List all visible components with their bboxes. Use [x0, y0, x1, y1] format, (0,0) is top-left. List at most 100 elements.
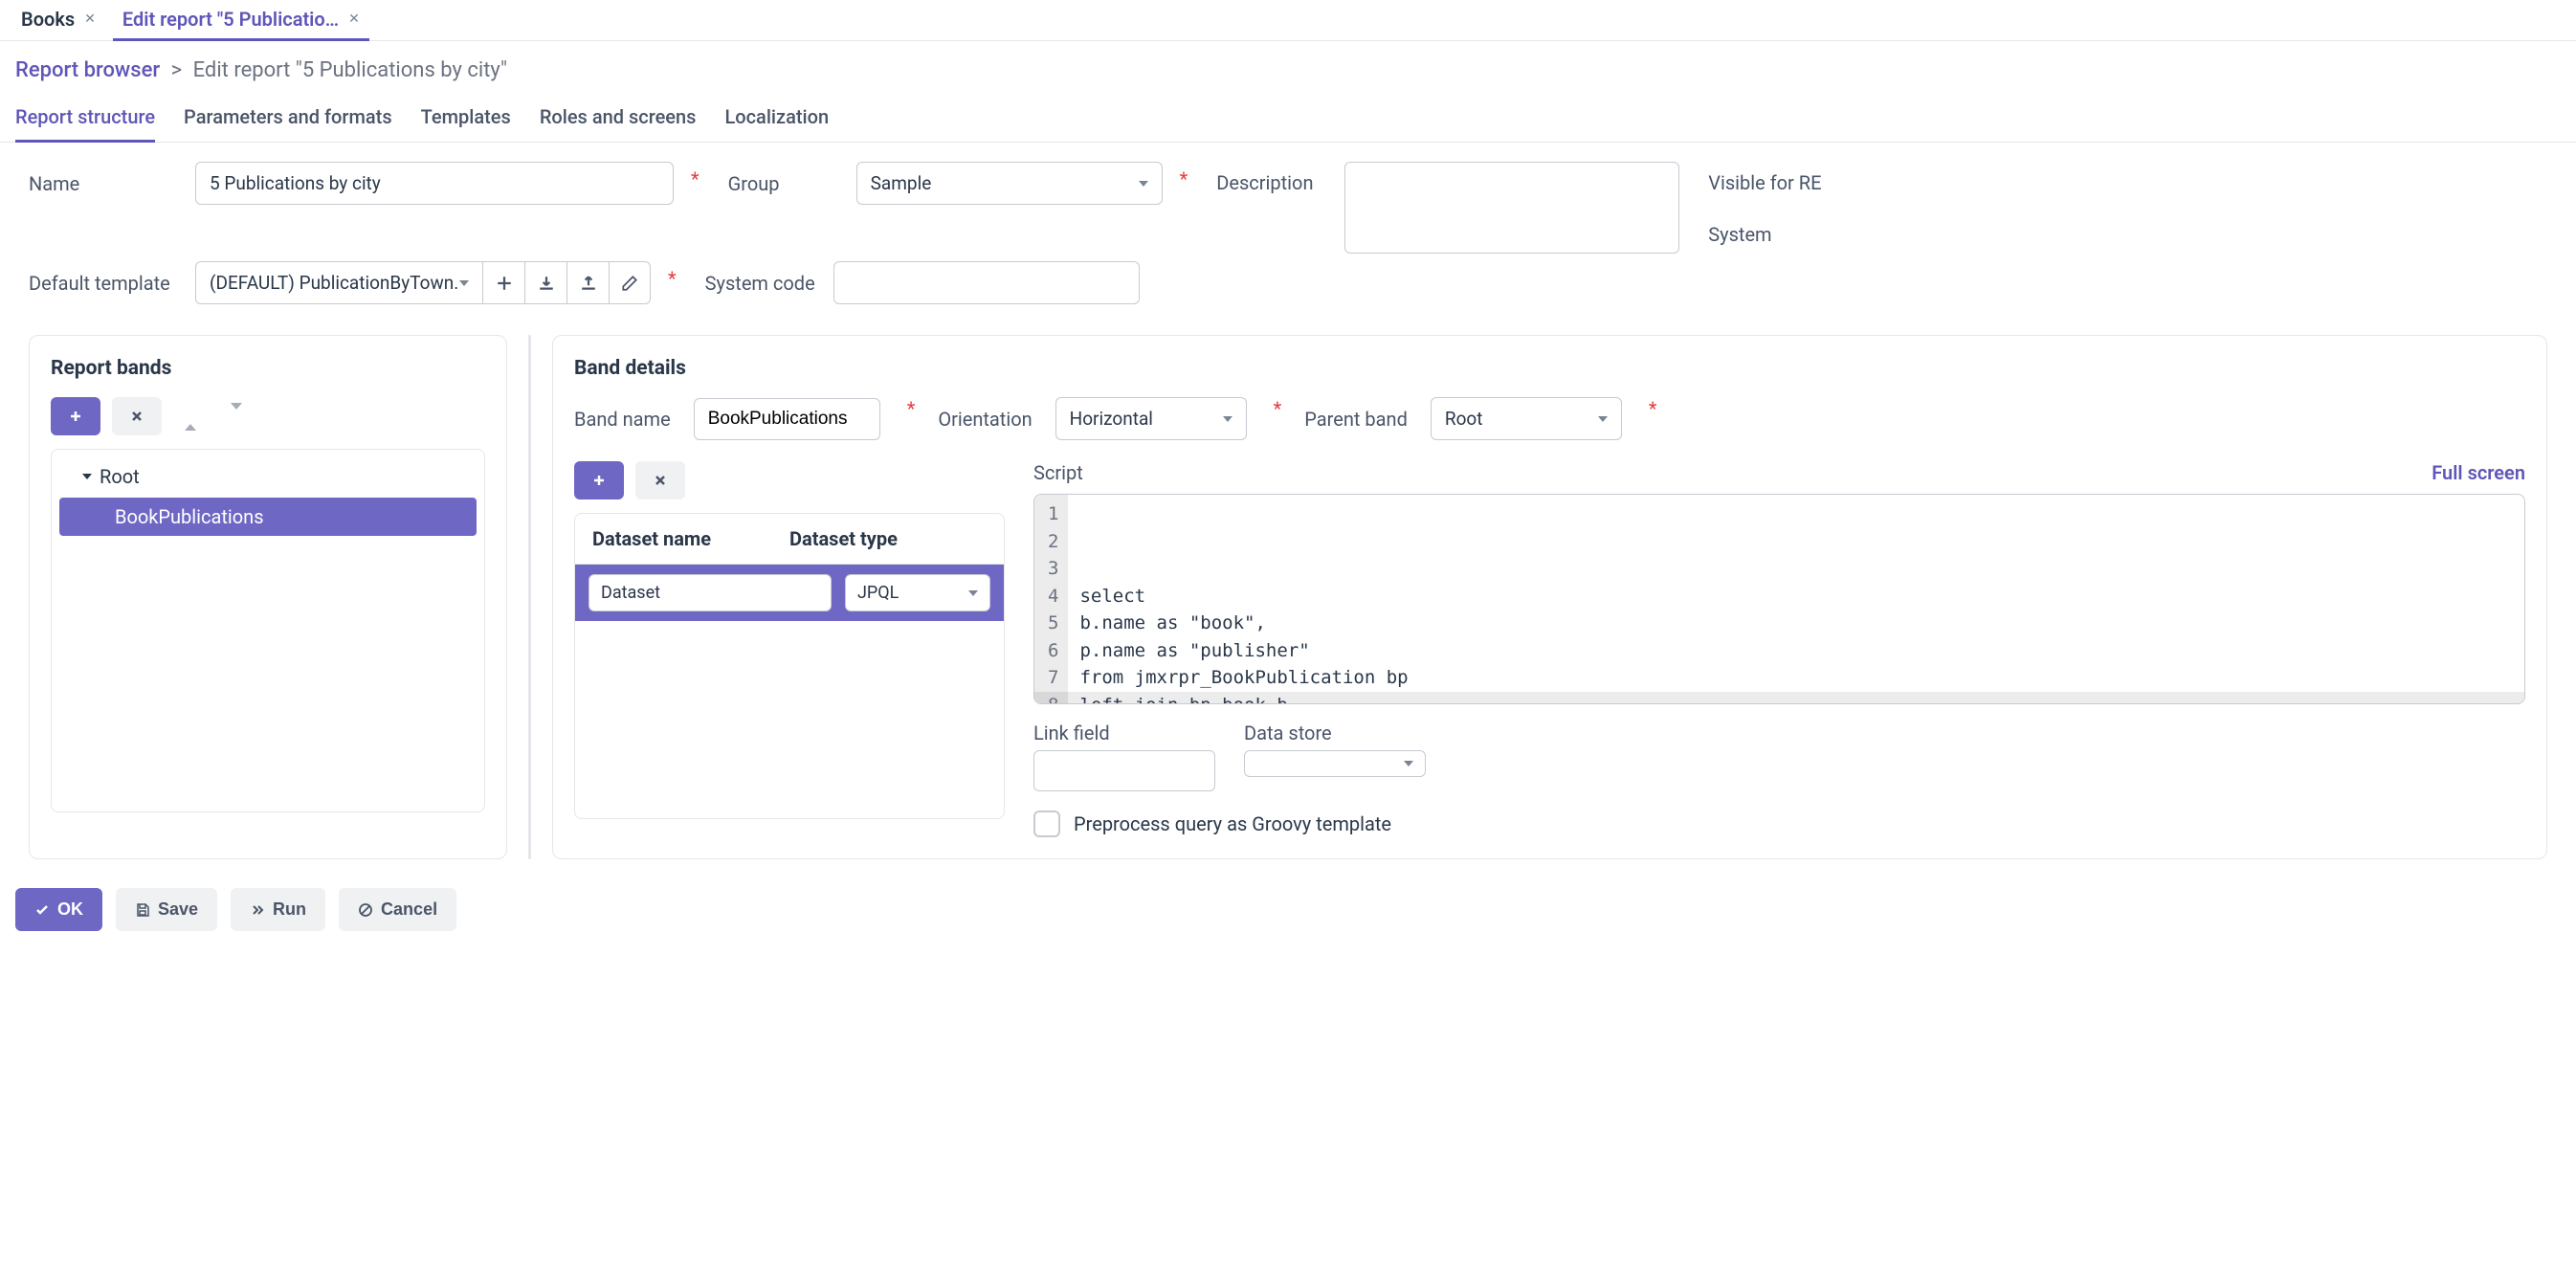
visible-label: Visible for RE: [1708, 171, 1821, 194]
breadcrumb-root-link[interactable]: Report browser: [15, 58, 160, 82]
upload-template-button[interactable]: [566, 261, 609, 304]
form-area: Name * Group Sample * Description Visibl…: [0, 143, 2576, 329]
tree-root-label: Root: [100, 465, 140, 488]
tab-label: Books: [21, 8, 75, 31]
dataset-name-input[interactable]: [588, 574, 832, 611]
default-template-select[interactable]: (DEFAULT) PublicationByTown.: [195, 261, 482, 304]
plus-icon: [68, 409, 83, 424]
dataset-toolbar: [574, 461, 1005, 500]
plus-icon: [591, 473, 607, 488]
cancel-icon: [358, 902, 373, 918]
panel-divider[interactable]: [528, 335, 531, 859]
required-mark: *: [1274, 397, 1282, 420]
parent-band-label: Parent band: [1304, 408, 1408, 431]
chevron-down-icon: [968, 590, 978, 596]
dataset-table-row[interactable]: JPQL: [575, 565, 1004, 621]
parent-band-select[interactable]: Root: [1431, 397, 1622, 440]
default-template-label: Default template: [29, 272, 182, 295]
band-details-title: Band details: [574, 357, 2525, 380]
tab-books[interactable]: Books ✕: [11, 0, 105, 40]
ok-button[interactable]: OK: [15, 888, 102, 931]
remove-dataset-button[interactable]: [635, 461, 685, 500]
dataset-column: Dataset name Dataset type JPQL: [574, 461, 1005, 819]
required-mark: *: [907, 397, 916, 420]
required-mark: *: [691, 162, 700, 190]
breadcrumb-sep: >: [171, 58, 183, 82]
report-bands-title: Report bands: [51, 357, 485, 380]
save-label: Save: [158, 899, 198, 920]
close-icon: [653, 473, 668, 488]
download-icon: [538, 275, 555, 292]
required-mark: *: [668, 261, 677, 290]
preprocess-row: Preprocess query as Groovy template: [1033, 811, 2525, 837]
tree-root-item[interactable]: Root: [59, 459, 477, 494]
chevron-down-icon: [1598, 416, 1608, 422]
add-dataset-button[interactable]: [574, 461, 624, 500]
system-code-input[interactable]: [833, 261, 1140, 304]
run-icon: [250, 902, 265, 918]
window-tabs: Books ✕ Edit report "5 Publicatio… ✕: [0, 0, 2576, 41]
cancel-button[interactable]: Cancel: [339, 888, 456, 931]
parent-band-value: Root: [1445, 408, 1483, 430]
system-code-label: System code: [705, 272, 820, 295]
link-field-input[interactable]: [1033, 750, 1215, 791]
script-header: Script Full screen: [1033, 461, 2525, 484]
add-template-button[interactable]: [482, 261, 524, 304]
remove-band-button[interactable]: [112, 397, 162, 435]
script-label: Script: [1033, 461, 1083, 484]
orientation-select[interactable]: Horizontal: [1055, 397, 1247, 440]
upload-icon: [580, 275, 597, 292]
report-bands-panel: Report bands Root BookPublications: [29, 335, 507, 859]
tab-report-structure[interactable]: Report structure: [15, 96, 155, 142]
dataset-type-select[interactable]: JPQL: [845, 574, 990, 611]
orientation-label: Orientation: [938, 408, 1032, 431]
tab-label: Edit report "5 Publicatio…: [122, 8, 339, 31]
triangle-up-icon: [185, 410, 196, 431]
tree-child-item[interactable]: BookPublications: [59, 498, 477, 536]
tab-parameters-formats[interactable]: Parameters and formats: [184, 96, 392, 142]
band-fields-row: Band name * Orientation Horizontal * Par…: [574, 397, 2525, 440]
tab-roles-screens[interactable]: Roles and screens: [540, 96, 697, 142]
move-up-button[interactable]: [173, 404, 208, 430]
name-label: Name: [29, 172, 182, 195]
chevron-down-icon: [1223, 416, 1232, 422]
save-button[interactable]: Save: [116, 888, 217, 931]
download-template-button[interactable]: [524, 261, 566, 304]
close-icon[interactable]: ✕: [348, 11, 360, 27]
orientation-value: Horizontal: [1070, 408, 1153, 430]
close-icon[interactable]: ✕: [84, 11, 96, 27]
description-textarea[interactable]: [1344, 162, 1679, 254]
dataset-type-value: JPQL: [857, 583, 899, 603]
add-band-button[interactable]: [51, 397, 100, 435]
data-store-select[interactable]: [1244, 750, 1426, 777]
chevron-down-icon: [459, 280, 469, 286]
breadcrumb: Report browser > Edit report "5 Publicat…: [0, 41, 2576, 90]
link-field-label: Link field: [1033, 722, 1215, 744]
move-down-button[interactable]: [219, 404, 254, 430]
band-name-label: Band name: [574, 408, 671, 431]
group-select[interactable]: Sample: [856, 162, 1163, 205]
run-label: Run: [273, 899, 306, 920]
close-icon: [129, 409, 144, 424]
panels: Report bands Root BookPublications Band …: [0, 329, 2576, 869]
dataset-table: Dataset name Dataset type JPQL: [574, 513, 1005, 819]
save-icon: [135, 902, 150, 918]
chevron-down-icon: [1404, 761, 1413, 766]
edit-icon: [621, 275, 638, 292]
code-area[interactable]: select b.name as "book", p.name as "publ…: [1068, 495, 2524, 703]
tab-edit-report[interactable]: Edit report "5 Publicatio… ✕: [113, 0, 369, 40]
full-screen-link[interactable]: Full screen: [2432, 461, 2525, 484]
tab-templates[interactable]: Templates: [421, 96, 511, 142]
bands-toolbar: [51, 397, 485, 435]
data-store-label: Data store: [1244, 722, 1426, 744]
name-input[interactable]: [195, 162, 674, 205]
ok-label: OK: [57, 899, 83, 920]
band-name-input[interactable]: [694, 398, 880, 440]
tab-localization[interactable]: Localization: [724, 96, 829, 142]
run-button[interactable]: Run: [231, 888, 325, 931]
line-gutter: 12345678: [1034, 495, 1068, 703]
script-editor[interactable]: 12345678 select b.name as "book", p.name…: [1033, 494, 2525, 704]
edit-template-button[interactable]: [609, 261, 651, 304]
preprocess-checkbox[interactable]: [1033, 811, 1060, 837]
footer-bar: OK Save Run Cancel: [0, 869, 2576, 950]
